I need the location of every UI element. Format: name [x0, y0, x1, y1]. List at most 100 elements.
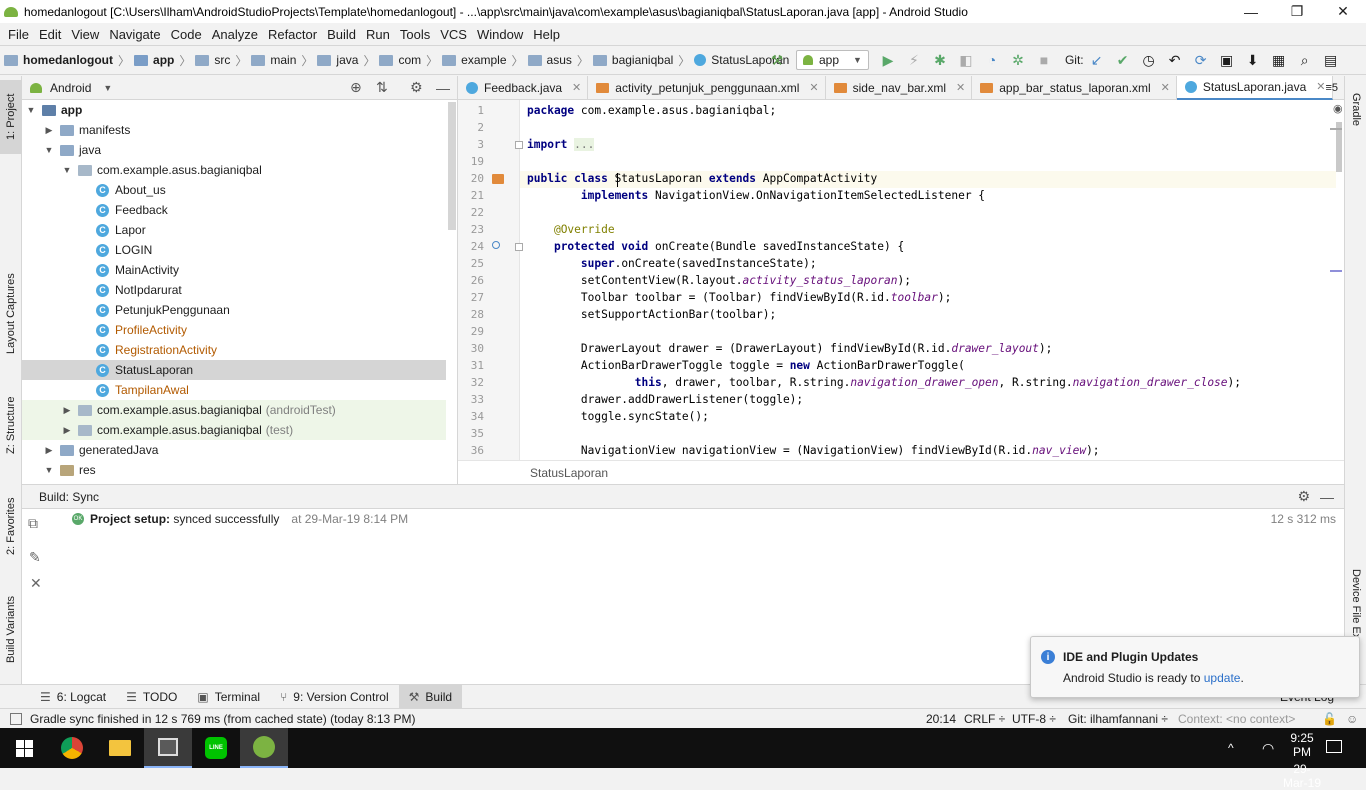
gear-icon[interactable]: ⚙ — [1297, 488, 1310, 505]
code-line[interactable]: package com.example.asus.bagianiqbal; — [527, 104, 776, 117]
run-icon[interactable]: ▶ — [879, 51, 897, 69]
run-config-select[interactable]: app ▼ — [796, 50, 869, 70]
collapse-arrow-icon[interactable]: ▼ — [26, 105, 36, 115]
code-line[interactable]: implements NavigationView.OnNavigationIt… — [527, 189, 985, 202]
tree-item[interactable]: C Feedback — [22, 200, 446, 220]
editor-tab[interactable]: activity_petunjuk_penggunaan.xml ✕ — [588, 75, 826, 100]
project-scrollbar[interactable] — [448, 102, 456, 230]
locate-icon[interactable]: ⊕ — [350, 79, 362, 96]
close-tab-icon[interactable]: ✕ — [956, 81, 965, 94]
bottom-tab[interactable]: ⑂ 9: Version Control — [270, 685, 399, 709]
breadcrumb-item[interactable]: homedanlogout 〉 — [4, 52, 130, 69]
update-link[interactable]: update — [1204, 671, 1241, 685]
avd-manager-icon[interactable]: ▣ — [1218, 51, 1236, 69]
git-commit-icon[interactable]: ✔ — [1114, 51, 1132, 69]
history-icon[interactable]: ◷ — [1140, 51, 1158, 69]
restore-layout-icon[interactable]: ⧉ — [28, 515, 38, 532]
tree-item[interactable]: ▶ manifests — [22, 120, 446, 140]
breadcrumb-item[interactable]: app 〉 — [134, 52, 191, 69]
breadcrumb-item[interactable]: com 〉 — [379, 52, 438, 69]
apply-changes-icon[interactable]: ⚡ — [905, 51, 923, 69]
code-line[interactable]: setContentView(R.layout.activity_status_… — [527, 274, 911, 287]
collapse-arrow-icon[interactable]: ▼ — [62, 165, 72, 175]
breadcrumb-item[interactable]: asus 〉 — [527, 52, 589, 69]
menu-edit[interactable]: Edit — [35, 27, 67, 42]
action-center-icon[interactable] — [1326, 740, 1342, 753]
tree-item[interactable]: C TampilanAwal — [22, 380, 446, 400]
expand-arrow-icon[interactable]: ▶ — [62, 425, 72, 436]
context-indicator[interactable]: Context: <no context> — [1178, 712, 1295, 726]
search-icon[interactable]: ⌕ — [1296, 51, 1314, 69]
hammer-icon[interactable]: ⚒ — [768, 51, 786, 69]
tree-item[interactable]: C PetunjukPenggunaan — [22, 300, 446, 320]
editor-breadcrumb-label[interactable]: StatusLaporan — [530, 466, 608, 480]
favorites-tab[interactable]: 2: Favorites — [0, 484, 22, 568]
breadcrumb-item[interactable]: src 〉 — [195, 52, 247, 69]
attach-debugger-icon[interactable]: ✲ — [1009, 51, 1027, 69]
stop-icon[interactable]: ■ — [1035, 51, 1053, 69]
profile-icon[interactable]: ◔ — [983, 51, 1001, 69]
code-line[interactable]: public class StatusLaporan extends AppCo… — [527, 172, 877, 185]
close-tab-icon[interactable]: ✕ — [1161, 81, 1170, 94]
project-view-select[interactable]: Android — [50, 81, 91, 95]
debug-icon[interactable]: ✱ — [931, 51, 949, 69]
toggle-tool-windows-icon[interactable] — [10, 712, 22, 725]
sdk-manager-icon[interactable]: ⬇ — [1244, 51, 1262, 69]
chrome-taskbar-button[interactable] — [48, 728, 96, 768]
gear-icon[interactable]: ⚙ — [410, 79, 423, 96]
git-branch[interactable]: Git: ilhamfannani ÷ — [1068, 712, 1168, 726]
coverage-icon[interactable]: ◧ — [957, 51, 975, 69]
tree-item[interactable]: C LOGIN — [22, 240, 446, 260]
breadcrumb-item[interactable]: main 〉 — [251, 52, 313, 69]
code-line[interactable]: this, drawer, toolbar, R.string.navigati… — [527, 376, 1241, 389]
expand-arrow-icon[interactable]: ▶ — [44, 125, 54, 136]
tree-item[interactable]: ▶ generatedJava — [22, 440, 446, 460]
tree-item[interactable]: C StatusLaporan — [22, 360, 446, 380]
line-separator[interactable]: CRLF ÷ — [964, 712, 1005, 726]
build-status-row[interactable]: OK Project setup: synced successfully at… — [72, 512, 408, 526]
code-line[interactable]: ActionBarDrawerToggle toggle = new Actio… — [527, 359, 965, 372]
menu-tools[interactable]: Tools — [396, 27, 436, 42]
menu-help[interactable]: Help — [529, 27, 566, 42]
collapse-all-icon[interactable]: ⇅ — [376, 79, 388, 96]
menu-build[interactable]: Build — [323, 27, 362, 42]
chevron-down-icon[interactable]: ▼ — [103, 83, 112, 93]
layout-inspector-icon[interactable]: ▤ — [1322, 51, 1340, 69]
expand-arrow-icon[interactable]: ▶ — [62, 405, 72, 416]
hide-panel-icon[interactable]: — — [1320, 489, 1334, 505]
layout-marker-icon[interactable] — [492, 174, 504, 184]
code-line[interactable]: NavigationView navigationView = (Navigat… — [527, 444, 1100, 457]
menu-code[interactable]: Code — [167, 27, 208, 42]
collapse-arrow-icon[interactable]: ▼ — [44, 465, 54, 475]
menu-view[interactable]: View — [67, 27, 105, 42]
project-structure-icon[interactable]: ▦ — [1270, 51, 1288, 69]
code-line[interactable]: protected void onCreate(Bundle savedInst… — [527, 240, 904, 253]
structure-tab[interactable]: Z: Structure — [0, 384, 22, 466]
git-update-icon[interactable]: ↙ — [1088, 51, 1106, 69]
editor-tab[interactable]: StatusLaporan.java ✕ — [1176, 75, 1333, 100]
hide-panel-icon[interactable]: — — [436, 80, 450, 96]
tree-item[interactable]: C NotIpdarurat — [22, 280, 446, 300]
code-line[interactable]: super.onCreate(savedInstanceState); — [527, 257, 817, 270]
close-button[interactable]: ✕ — [1320, 0, 1366, 23]
breadcrumb-item[interactable]: bagianiqbal 〉 — [592, 52, 690, 69]
pin-icon[interactable]: ✎ — [29, 549, 41, 566]
restore-button[interactable]: ❐ — [1274, 0, 1320, 23]
menu-window[interactable]: Window — [473, 27, 529, 42]
android-studio-taskbar-button[interactable] — [240, 728, 288, 768]
bottom-tab[interactable]: ☰ 6: Logcat — [30, 685, 116, 709]
tree-item[interactable]: ▼ app — [22, 100, 446, 120]
breadcrumb-item[interactable]: example 〉 — [442, 52, 524, 69]
file-encoding[interactable]: UTF-8 ÷ — [1012, 712, 1056, 726]
code-line[interactable]: drawer.addDrawerListener(toggle); — [527, 393, 803, 406]
menu-refactor[interactable]: Refactor — [264, 27, 323, 42]
menu-analyze[interactable]: Analyze — [208, 27, 264, 42]
sync-gradle-icon[interactable]: ⟳ — [1192, 51, 1210, 69]
fold-toggle-icon[interactable] — [515, 243, 523, 251]
code-line[interactable]: setSupportActionBar(toolbar); — [527, 308, 776, 321]
close-tab-icon[interactable]: ✕ — [572, 81, 581, 94]
tree-item[interactable]: ▼ com.example.asus.bagianiqbal — [22, 160, 446, 180]
clock[interactable]: 9:25 PM 29-Mar-19 — [1282, 731, 1322, 790]
caret-position[interactable]: 20:14 — [926, 712, 956, 726]
collapse-arrow-icon[interactable]: ▼ — [44, 145, 54, 155]
